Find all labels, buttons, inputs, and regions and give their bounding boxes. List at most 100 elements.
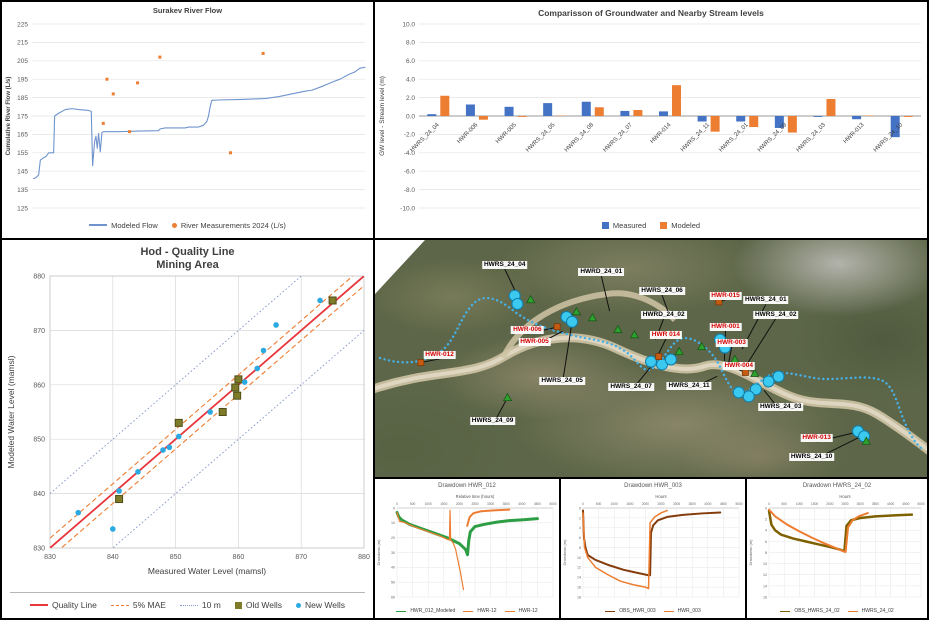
legend-label: 5% MAE xyxy=(133,600,166,610)
svg-text:860: 860 xyxy=(33,382,45,389)
svg-text:10.0: 10.0 xyxy=(402,21,415,28)
svg-text:Hours: Hours xyxy=(655,494,666,499)
svg-text:4000: 4000 xyxy=(704,502,711,506)
svg-text:HWR-013: HWR-013 xyxy=(843,122,866,145)
dotted-line-swatch xyxy=(180,605,198,606)
svg-text:-6.0: -6.0 xyxy=(404,169,416,176)
line-swatch xyxy=(396,611,406,612)
svg-text:175: 175 xyxy=(17,113,28,120)
legend-label: Old Wells xyxy=(246,600,282,610)
map-label-hwrs_24_03: HWRS_24_03 xyxy=(758,403,804,411)
legend-label: Modeled xyxy=(671,221,700,230)
svg-text:HWR-014: HWR-014 xyxy=(650,122,673,145)
svg-text:185: 185 xyxy=(17,95,28,102)
svg-text:2500: 2500 xyxy=(471,502,478,506)
well-marker xyxy=(646,356,657,367)
spring-marker xyxy=(572,308,580,315)
legend-item: HWR_003 xyxy=(664,608,701,614)
svg-text:2500: 2500 xyxy=(841,502,848,506)
svg-text:4000: 4000 xyxy=(887,502,894,506)
svg-text:0: 0 xyxy=(579,506,581,510)
svg-text:880: 880 xyxy=(358,554,370,561)
svg-text:830: 830 xyxy=(44,554,56,561)
svg-text:0: 0 xyxy=(768,502,770,506)
svg-text:14: 14 xyxy=(577,576,581,580)
svg-text:3000: 3000 xyxy=(673,502,680,506)
svg-text:195: 195 xyxy=(17,77,28,84)
drawdown3-legend: OBS_HWRS_24_02HWRS_24_02 xyxy=(747,605,927,617)
map-label-hwr-006: HWR-006 xyxy=(511,326,544,334)
svg-text:215: 215 xyxy=(17,40,28,47)
spring-marker xyxy=(503,394,511,401)
svg-text:4000: 4000 xyxy=(518,502,525,506)
gauge-marker xyxy=(554,324,560,330)
drawdown1-legend: HWR_012_ModeledHWR-12HWR-12 xyxy=(375,605,559,617)
river-chart-title: Surakev River Flow xyxy=(2,2,373,18)
map-label-hwrs_24_09: HWRS_24_09 xyxy=(470,417,516,425)
spring-marker xyxy=(614,326,622,333)
legend-item: OBS_HWRS_24_02 xyxy=(780,608,839,614)
svg-text:6.0: 6.0 xyxy=(406,58,415,65)
line-swatch xyxy=(505,611,515,612)
panel-quality-line: Hod - Quality Line Mining Area 830830840… xyxy=(0,238,375,620)
svg-text:Modeled Water Level (mamsl): Modeled Water Level (mamsl) xyxy=(6,355,16,468)
legend-item: River Measurements 2024 (L/s) xyxy=(172,221,286,230)
svg-text:135: 135 xyxy=(17,187,28,194)
well-marker xyxy=(763,376,774,387)
map-label-hwrd_24_02: HWRD_24_02 xyxy=(641,311,687,319)
svg-text:40: 40 xyxy=(391,566,395,570)
map-label-hwr-003: HWR-003 xyxy=(715,339,748,347)
legend-item: Old Wells xyxy=(235,600,282,610)
svg-text:-8.0: -8.0 xyxy=(404,187,416,194)
quality-chart-subtitle: Mining Area xyxy=(2,259,373,272)
svg-text:2.0: 2.0 xyxy=(406,95,415,102)
line-swatch xyxy=(89,224,107,226)
svg-text:HWR-006: HWR-006 xyxy=(456,122,479,145)
spring-marker xyxy=(527,296,535,303)
drawdown2-chart: Hours05001000150020002500300035004000450… xyxy=(561,492,745,605)
svg-text:3000: 3000 xyxy=(857,502,864,506)
svg-text:4: 4 xyxy=(579,526,581,530)
svg-text:HWRS_24_11: HWRS_24_11 xyxy=(680,122,712,154)
svg-text:Drawdown (m): Drawdown (m) xyxy=(748,539,753,566)
svg-text:3000: 3000 xyxy=(487,502,494,506)
legend-item: HWR-12 xyxy=(505,608,538,614)
svg-text:HWRS_24_03: HWRS_24_03 xyxy=(796,122,828,154)
panel-drawdown-hwr003: Drawdown HWR_003 Hours050010001500200025… xyxy=(559,477,747,620)
well-marker xyxy=(773,371,784,382)
map-label-hwrs_24_01: HWRS_24_01 xyxy=(743,296,789,304)
svg-text:60: 60 xyxy=(391,595,395,599)
svg-text:500: 500 xyxy=(596,502,602,506)
svg-text:4500: 4500 xyxy=(720,502,727,506)
svg-text:Measured Water Level (mamsl): Measured Water Level (mamsl) xyxy=(148,566,266,576)
svg-text:1500: 1500 xyxy=(440,502,447,506)
map-label-hwr-012: HWR-012 xyxy=(423,351,456,359)
line-swatch xyxy=(463,611,473,612)
legend-item: Measured xyxy=(602,221,646,230)
drawdown3-title: Drawdown HWRS_24_02 xyxy=(747,479,927,492)
drawdown1-title: Drawdown HWR_012 xyxy=(375,479,559,492)
svg-text:8: 8 xyxy=(579,546,581,550)
line-swatch xyxy=(780,611,790,612)
svg-text:4500: 4500 xyxy=(534,502,541,506)
svg-text:4500: 4500 xyxy=(902,502,909,506)
legend-label: Measured xyxy=(613,221,646,230)
map-label-hwr-015: HWR-015 xyxy=(709,292,742,300)
svg-text:870: 870 xyxy=(295,554,307,561)
legend-label: HWR-12 xyxy=(477,608,496,614)
svg-text:30: 30 xyxy=(391,551,395,555)
svg-text:-2.0: -2.0 xyxy=(404,132,416,139)
drawdown1-chart: Relative time (hours)0500100015002000250… xyxy=(375,492,559,605)
svg-text:HWRS_24_01: HWRS_24_01 xyxy=(718,122,750,154)
spring-marker xyxy=(675,348,683,355)
svg-text:10: 10 xyxy=(763,562,767,566)
well-marker xyxy=(743,391,754,402)
river-legend: Modeled FlowRiver Measurements 2024 (L/s… xyxy=(2,216,373,234)
svg-text:840: 840 xyxy=(33,491,45,498)
gauge-marker xyxy=(656,354,662,360)
svg-text:145: 145 xyxy=(17,169,28,176)
svg-text:6: 6 xyxy=(765,540,767,544)
panel-drawdown-hwrs2402: Drawdown HWRS_24_02 Hours050010001500200… xyxy=(745,477,929,620)
map-label-hwrd_24_01: HWRD_24_01 xyxy=(578,268,624,276)
svg-text:8.0: 8.0 xyxy=(406,40,415,47)
